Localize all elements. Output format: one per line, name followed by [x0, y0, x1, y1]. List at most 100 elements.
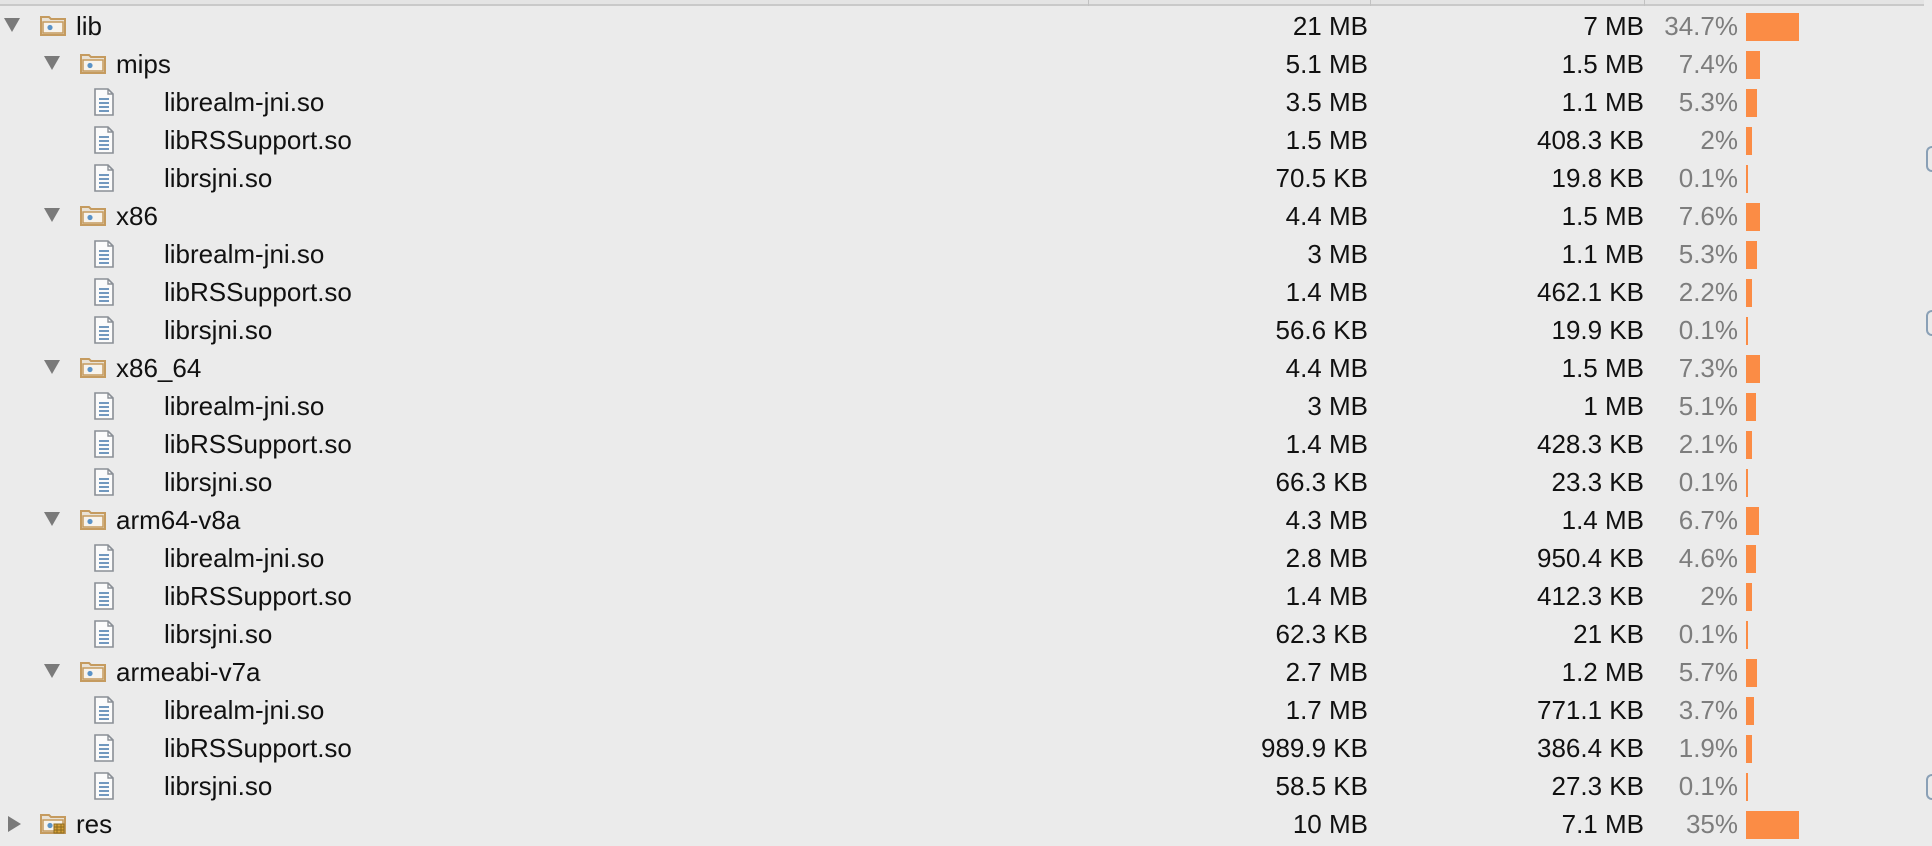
percent-of-total: 35%	[1685, 809, 1738, 839]
tree-file-row[interactable]: librsjni.so 58.5 KB 27.3 KB 0.1%	[0, 767, 1932, 805]
column-divider[interactable]	[1370, 0, 1371, 6]
raw-size: 1.4 MB	[1285, 429, 1368, 459]
entry-name: librsjni.so	[164, 771, 273, 801]
entry-name: librealm-jni.so	[164, 239, 325, 269]
size-share-bar	[1746, 697, 1754, 725]
tree-file-row[interactable]: librsjni.so 70.5 KB 19.8 KB 0.1%	[0, 159, 1932, 197]
raw-size: 10 MB	[1292, 809, 1368, 839]
expand-arrow-down-icon[interactable]	[44, 512, 60, 526]
percent-of-total: 0.1%	[1678, 771, 1738, 801]
size-share-bar	[1746, 89, 1757, 117]
expand-arrow-down-icon[interactable]	[44, 360, 60, 374]
entry-name: libRSSupport.so	[164, 125, 352, 155]
raw-size: 56.6 KB	[1275, 315, 1368, 345]
edge-handle[interactable]	[1926, 774, 1932, 800]
file-icon	[93, 126, 115, 154]
raw-size: 3.5 MB	[1285, 87, 1368, 117]
column-divider[interactable]	[1644, 0, 1645, 6]
raw-size: 1.7 MB	[1285, 695, 1368, 725]
tree-file-row[interactable]: libRSSupport.so 1.4 MB 428.3 KB 2.1%	[0, 425, 1932, 463]
expand-arrow-down-icon[interactable]	[4, 18, 20, 32]
size-share-bar	[1746, 203, 1760, 231]
tree-file-row[interactable]: librealm-jni.so 3.5 MB 1.1 MB 5.3%	[0, 83, 1932, 121]
column-divider[interactable]	[1088, 0, 1089, 6]
tree-file-row[interactable]: libRSSupport.so 989.9 KB 386.4 KB 1.9%	[0, 729, 1932, 767]
percent-of-total: 34.7%	[1664, 11, 1738, 41]
tree-file-row[interactable]: librealm-jni.so 2.8 MB 950.4 KB 4.6%	[0, 539, 1932, 577]
tree-folder-row[interactable]: x86_64 4.4 MB 1.5 MB 7.3%	[0, 349, 1932, 387]
tree-file-row[interactable]: librealm-jni.so 1.7 MB 771.1 KB 3.7%	[0, 691, 1932, 729]
raw-size: 3 MB	[1307, 239, 1368, 269]
entry-name: x86_64	[116, 353, 202, 383]
entry-name: librsjni.so	[164, 619, 273, 649]
tree-file-row[interactable]: libRSSupport.so 1.5 MB 408.3 KB 2%	[0, 121, 1932, 159]
percent-of-total: 7.6%	[1678, 201, 1738, 231]
size-share-bar	[1746, 659, 1757, 687]
size-share-bar	[1746, 811, 1799, 839]
download-size: 1.2 MB	[1561, 657, 1644, 687]
tree-file-row[interactable]: librsjni.so 56.6 KB 19.9 KB 0.1%	[0, 311, 1932, 349]
resource-folder-icon	[40, 812, 66, 834]
entry-name: libRSSupport.so	[164, 733, 352, 763]
file-icon	[93, 544, 115, 572]
entry-name: libRSSupport.so	[164, 429, 352, 459]
tree-folder-row[interactable]: arm64-v8a 4.3 MB 1.4 MB 6.7%	[0, 501, 1932, 539]
tree-file-row[interactable]: librsjni.so 62.3 KB 21 KB 0.1%	[0, 615, 1932, 653]
edge-handle[interactable]	[1926, 310, 1932, 336]
percent-of-total: 5.7%	[1678, 657, 1738, 687]
raw-size: 4.3 MB	[1285, 505, 1368, 535]
download-size: 1.1 MB	[1561, 239, 1644, 269]
raw-size: 4.4 MB	[1285, 201, 1368, 231]
raw-size: 66.3 KB	[1275, 467, 1368, 497]
download-size: 771.1 KB	[1537, 695, 1644, 725]
size-share-bar	[1746, 317, 1748, 345]
percent-of-total: 0.1%	[1678, 467, 1738, 497]
tree-file-row[interactable]: librealm-jni.so 3 MB 1.1 MB 5.3%	[0, 235, 1932, 273]
download-size: 386.4 KB	[1537, 733, 1644, 763]
size-share-bar	[1746, 13, 1799, 41]
tree-folder-row[interactable]: res 10 MB 7.1 MB 35%	[0, 805, 1932, 843]
percent-of-total: 2.1%	[1678, 429, 1738, 459]
column-header-strip	[0, 0, 1932, 6]
percent-of-total: 0.1%	[1678, 315, 1738, 345]
file-icon	[93, 164, 115, 192]
tree-folder-row[interactable]: x86 4.4 MB 1.5 MB 7.6%	[0, 197, 1932, 235]
file-icon	[93, 430, 115, 458]
raw-size: 1.4 MB	[1285, 581, 1368, 611]
expand-arrow-down-icon[interactable]	[44, 208, 60, 222]
expand-arrow-right-icon[interactable]	[8, 816, 21, 832]
size-share-bar	[1746, 51, 1760, 79]
tree-file-row[interactable]: librsjni.so 66.3 KB 23.3 KB 0.1%	[0, 463, 1932, 501]
entry-name: x86	[116, 201, 158, 231]
tree-folder-row[interactable]: mips 5.1 MB 1.5 MB 7.4%	[0, 45, 1932, 83]
folder-icon	[80, 660, 106, 682]
size-share-bar	[1746, 431, 1752, 459]
percent-of-total: 4.6%	[1678, 543, 1738, 573]
tree-file-row[interactable]: libRSSupport.so 1.4 MB 412.3 KB 2%	[0, 577, 1932, 615]
entry-name: librealm-jni.so	[164, 543, 325, 573]
entry-name: librsjni.so	[164, 467, 273, 497]
tree-folder-row[interactable]: lib 21 MB 7 MB 34.7%	[0, 7, 1932, 45]
apk-analyzer-tree[interactable]: lib 21 MB 7 MB 34.7% mips 5.1 MB 1.5 MB 7.4% lib…	[0, 0, 1932, 846]
entry-name: libRSSupport.so	[164, 581, 352, 611]
tree-folder-row[interactable]: armeabi-v7a 2.7 MB 1.2 MB 5.7%	[0, 653, 1932, 691]
download-size: 1.5 MB	[1561, 49, 1644, 79]
expand-arrow-down-icon[interactable]	[44, 56, 60, 70]
folder-icon	[80, 52, 106, 74]
download-size: 462.1 KB	[1537, 277, 1644, 307]
percent-of-total: 7.3%	[1678, 353, 1738, 383]
folder-icon	[40, 14, 66, 36]
download-size: 1.4 MB	[1561, 505, 1644, 535]
edge-handle[interactable]	[1926, 146, 1932, 172]
tree-file-row[interactable]: libRSSupport.so 1.4 MB 462.1 KB 2.2%	[0, 273, 1932, 311]
size-share-bar	[1746, 773, 1748, 801]
percent-of-total: 5.1%	[1678, 391, 1738, 421]
size-share-bar	[1746, 469, 1748, 497]
raw-size: 3 MB	[1307, 391, 1368, 421]
tree-file-row[interactable]: librealm-jni.so 3 MB 1 MB 5.1%	[0, 387, 1932, 425]
download-size: 1.5 MB	[1561, 353, 1644, 383]
percent-of-total: 7.4%	[1678, 49, 1738, 79]
percent-of-total: 2%	[1700, 581, 1738, 611]
expand-arrow-down-icon[interactable]	[44, 664, 60, 678]
file-icon	[93, 582, 115, 610]
